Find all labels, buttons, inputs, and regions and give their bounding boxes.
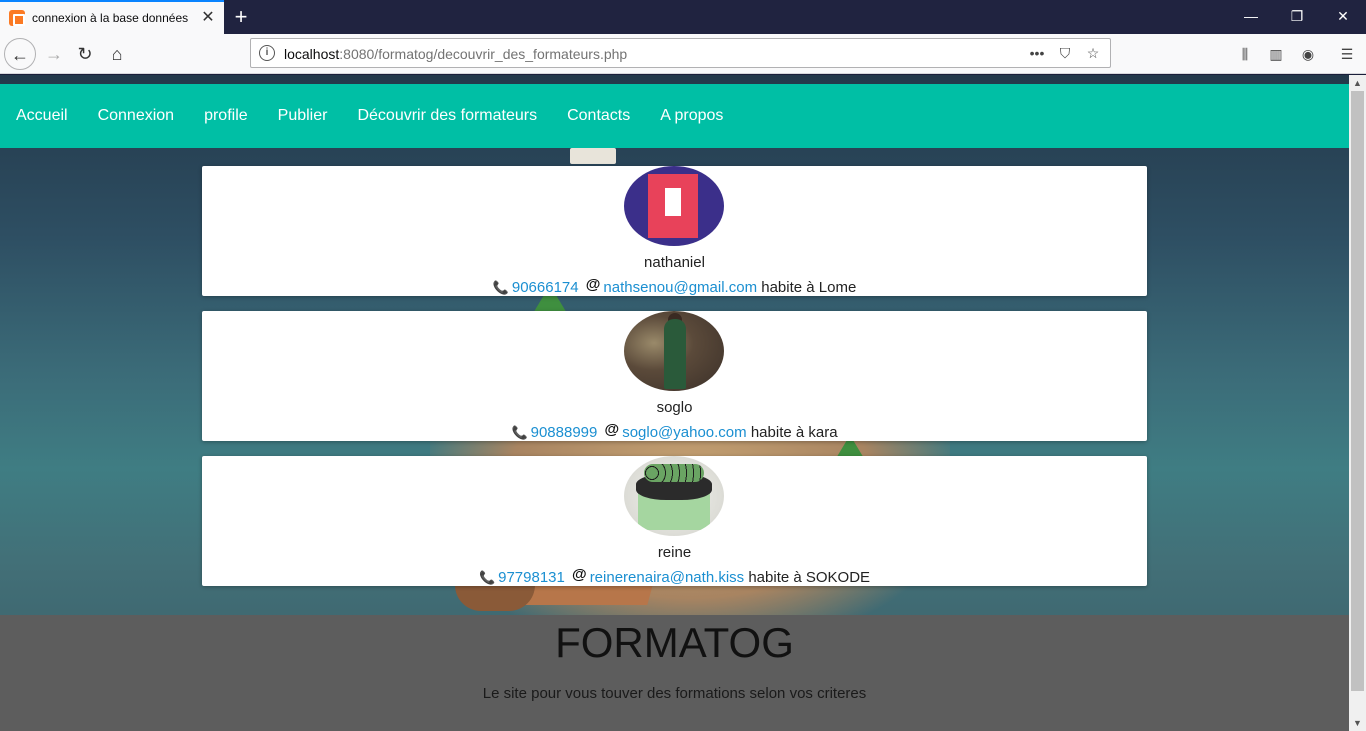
nav-link-accueil[interactable]: Accueil [1,84,83,148]
browser-toolbar: ← → ↻ ⌂ i localhost:8080/formatog/decouv… [0,34,1366,74]
location-text: habite à SOKODE [748,569,871,586]
at-icon: @ [604,421,620,438]
url-bar[interactable]: i localhost:8080/formatog/decouvrir_des_… [250,38,1111,68]
page-content: Accueil Connexion profile Publier Découv… [0,75,1349,731]
site-info-icon[interactable]: i [259,45,275,61]
xampp-favicon-icon [9,10,25,26]
nav-link-profile[interactable]: profile [189,84,263,148]
site-footer: FORMATOG Le site pour vous touver des fo… [0,615,1349,731]
browser-tab-bar: connexion à la base données ✕ + — ❐ ✕ [0,0,1366,34]
home-button[interactable]: ⌂ [101,38,133,70]
formateur-contact: 📞 97798131 @ reinerenaira@nath.kiss habite… [202,566,1147,586]
formateur-contact: 📞 90888999 @ soglo@yahoo.com habite à kara [202,421,1147,441]
formateur-card: reine 📞 97798131 @ reinerenaira@nath.kiss … [202,456,1147,586]
page-scrollbar[interactable]: ▲ ▼ [1349,75,1366,731]
avatar [624,311,724,391]
back-button[interactable]: ← [4,38,36,70]
phone-icon: 📞 [478,570,496,585]
nav-link-apropos[interactable]: A propos [645,84,738,148]
browser-tab[interactable]: connexion à la base données ✕ [0,0,224,34]
nav-link-connexion[interactable]: Connexion [83,84,190,148]
url-path: :8080/formatog/decouvrir_des_formateurs.… [339,46,628,62]
scroll-down-arrow-icon[interactable]: ▼ [1349,715,1366,731]
account-icon[interactable]: ◉ [1298,44,1318,64]
restore-window-button[interactable]: ❐ [1274,0,1320,32]
page-actions-icon[interactable]: ••• [1028,43,1046,63]
sidebar-icon[interactable]: ▥ [1266,44,1286,64]
background-dock [517,585,653,605]
nav-link-contacts[interactable]: Contacts [552,84,645,148]
phone-icon: 📞 [492,280,509,295]
at-icon: @ [585,276,601,293]
site-navbar: Accueil Connexion profile Publier Découv… [0,84,1349,148]
phone-link[interactable]: 97798131 [498,569,565,586]
formateur-card: soglo 📞 90888999 @ soglo@yahoo.com habite … [202,311,1147,441]
new-tab-button[interactable]: + [228,4,254,30]
phone-link[interactable]: 90666174 [512,279,579,296]
footer-title: FORMATOG [555,619,794,666]
nav-link-publier[interactable]: Publier [263,84,343,148]
close-window-button[interactable]: ✕ [1320,0,1366,32]
scroll-thumb[interactable] [1351,91,1364,691]
email-link[interactable]: nathsenou@gmail.com [603,279,757,296]
background-scene [570,148,616,164]
url-text[interactable]: localhost:8080/formatog/decouvrir_des_fo… [284,46,627,62]
phone-icon: 📞 [511,425,528,440]
at-icon: @ [572,566,587,583]
footer-subtitle: Le site pour vous touver des formations … [482,685,867,702]
forward-button[interactable]: → [38,38,70,70]
scroll-up-arrow-icon[interactable]: ▲ [1349,75,1366,91]
minimize-window-button[interactable]: — [1228,0,1274,32]
library-icon[interactable]: ⫼ [1235,44,1255,64]
url-host: localhost [284,46,340,62]
formateur-card: nathaniel 📞 90666174 @ nathsenou@gmail.com… [202,166,1147,296]
phone-link[interactable]: 90888999 [531,424,598,441]
location-text: habite à Lome [761,279,857,296]
email-link[interactable]: soglo@yahoo.com [622,424,746,441]
nav-link-decouvrir[interactable]: Découvrir des formateurs [342,84,552,148]
avatar [624,166,724,246]
reload-button[interactable]: ↻ [69,38,101,70]
formateur-name: reine [657,544,692,561]
avatar [624,456,724,536]
formateur-contact: 📞 90666174 @ nathsenou@gmail.com habite à … [202,276,1147,296]
close-tab-icon[interactable]: ✕ [198,8,218,28]
bookmark-star-icon[interactable]: ☆ [1084,43,1102,63]
formateur-name: nathaniel [644,254,705,271]
email-link[interactable]: reinerenaira@nath.kiss [590,569,744,586]
pocket-icon[interactable]: ⛉ [1056,43,1074,63]
tab-title: connexion à la base données [32,11,189,25]
formateur-name: soglo [656,399,693,416]
menu-icon[interactable]: ☰ [1337,44,1357,64]
location-text: habite à kara [750,424,838,441]
